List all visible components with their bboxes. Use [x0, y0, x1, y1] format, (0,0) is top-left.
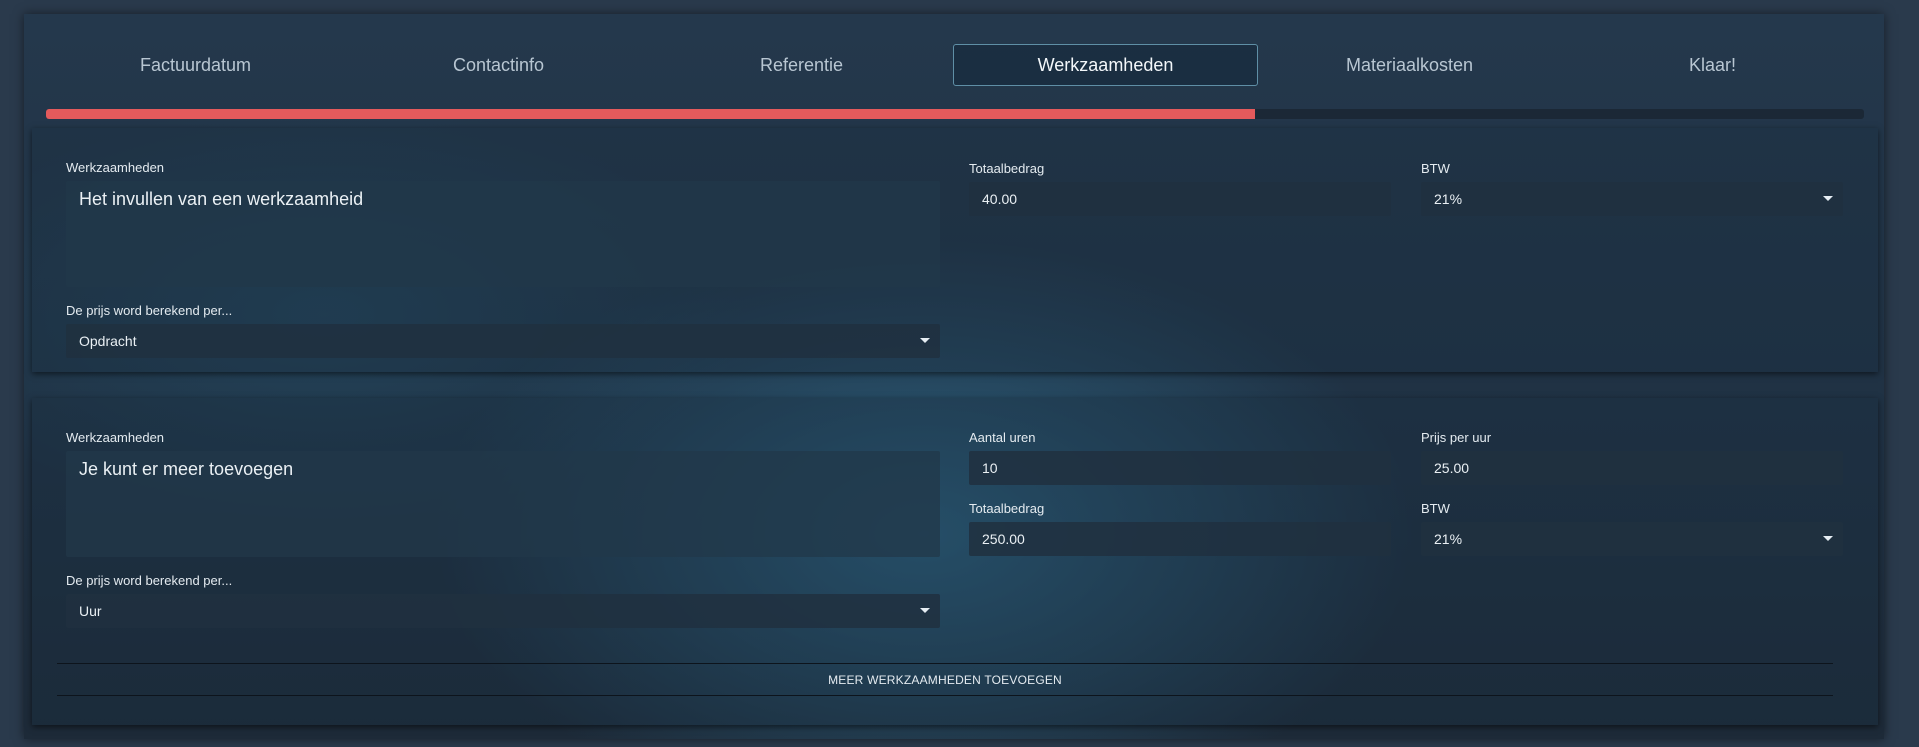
- hours-input[interactable]: 10: [969, 451, 1391, 485]
- description-label: Werkzaamheden: [66, 430, 165, 445]
- step-tabs: Factuurdatum Contactinfo Referentie Werk…: [44, 44, 1864, 86]
- vat-label: BTW: [1421, 161, 1450, 176]
- chevron-down-icon: [1823, 536, 1833, 541]
- total-input[interactable]: 250.00: [969, 522, 1391, 556]
- pricing-label: De prijs word berekend per...: [66, 573, 233, 588]
- total-label: Totaalbedrag: [969, 501, 1045, 516]
- hours-label: Aantal uren: [969, 430, 1036, 445]
- total-input[interactable]: 40.00: [969, 182, 1391, 216]
- pricing-select-value: Uur: [79, 603, 102, 619]
- tab-referentie[interactable]: Referentie: [650, 44, 953, 86]
- vat-label: BTW: [1421, 501, 1450, 516]
- description-textarea[interactable]: Het invullen van een werkzaamheid: [66, 181, 940, 287]
- vat-select[interactable]: 21%: [1421, 182, 1843, 216]
- pricing-select[interactable]: Opdracht: [66, 324, 940, 358]
- tab-contactinfo[interactable]: Contactinfo: [347, 44, 650, 86]
- description-textarea[interactable]: Je kunt er meer toevoegen: [66, 451, 940, 557]
- progress-bar: [46, 109, 1864, 119]
- rate-label: Prijs per uur: [1421, 430, 1492, 445]
- vat-select-value: 21%: [1434, 191, 1463, 207]
- work-item-card-1: Werkzaamheden Het invullen van een werkz…: [32, 128, 1878, 372]
- tab-materiaalkosten[interactable]: Materiaalkosten: [1258, 44, 1561, 86]
- total-label: Totaalbedrag: [969, 161, 1045, 176]
- vat-select[interactable]: 21%: [1421, 522, 1843, 556]
- tab-klaar[interactable]: Klaar!: [1561, 44, 1864, 86]
- tab-factuurdatum[interactable]: Factuurdatum: [44, 44, 347, 86]
- progress-bar-fill: [46, 109, 1255, 119]
- vat-select-value: 21%: [1434, 531, 1463, 547]
- pricing-label: De prijs word berekend per...: [66, 303, 233, 318]
- description-label: Werkzaamheden: [66, 160, 165, 175]
- rate-input[interactable]: 25.00: [1421, 451, 1843, 485]
- tab-werkzaamheden[interactable]: Werkzaamheden: [953, 44, 1258, 86]
- pricing-select-value: Opdracht: [79, 333, 137, 349]
- chevron-down-icon: [1823, 196, 1833, 201]
- chevron-down-icon: [920, 338, 930, 343]
- chevron-down-icon: [920, 608, 930, 613]
- add-more-work-button[interactable]: MEER WERKZAAMHEDEN TOEVOEGEN: [57, 663, 1833, 696]
- pricing-select[interactable]: Uur: [66, 594, 940, 628]
